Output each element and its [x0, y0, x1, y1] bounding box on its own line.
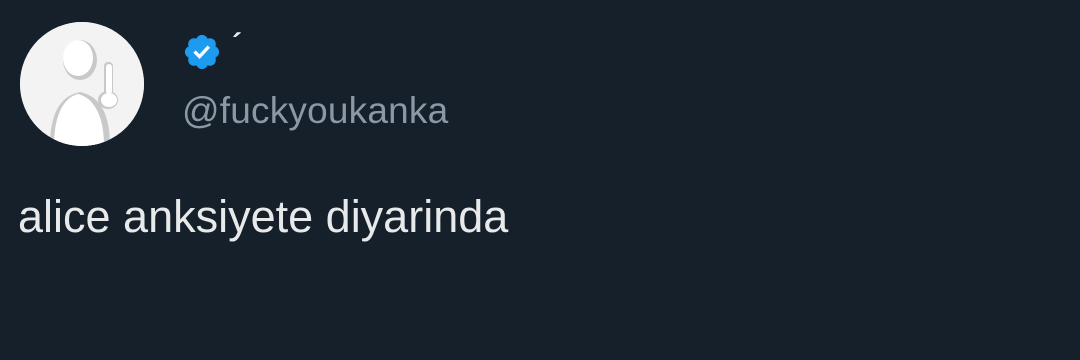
avatar[interactable]: [20, 22, 144, 146]
display-name-row: ´: [182, 30, 242, 74]
avatar-silhouette-icon: [20, 22, 144, 146]
tweet-text: alice anksiyete diyarinda: [18, 191, 509, 242]
display-name[interactable]: ´: [232, 30, 242, 60]
verified-check-icon: [184, 34, 220, 70]
tweet-card: ´ @fuckyoukanka alice anksiyete diyarind…: [0, 0, 1080, 360]
user-handle[interactable]: @fuckyoukanka: [182, 88, 448, 134]
